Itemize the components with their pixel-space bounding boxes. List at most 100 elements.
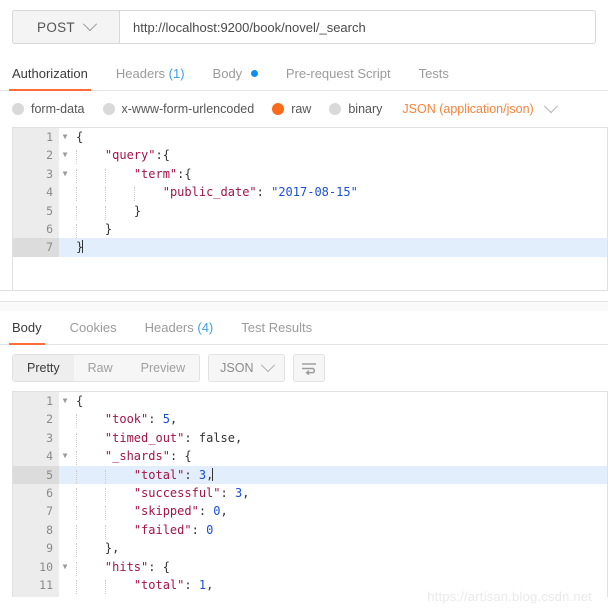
tab-headers-label: Headers (116, 66, 165, 81)
code-line-text: "took": 5, (59, 410, 607, 428)
response-tab-test-results[interactable]: Test Results (241, 320, 312, 344)
panel-splitter[interactable] (0, 290, 608, 302)
response-tab-body[interactable]: Body (12, 320, 42, 344)
code-line-text: }, (59, 539, 607, 557)
line-number: 1▼ (13, 128, 59, 146)
code-line-text: "_shards": { (59, 447, 607, 465)
radio-selected-icon (272, 103, 284, 115)
response-tab-headers-label: Headers (145, 320, 194, 335)
line-number: 12 (13, 594, 59, 597)
code-line[interactable]: 12 "max_score": 1, (13, 594, 607, 597)
body-type-form-data-label: form-data (31, 102, 85, 116)
code-line[interactable]: 11 "total": 1, (13, 576, 607, 594)
body-type-row: form-data x-www-form-urlencoded raw bina… (0, 91, 608, 127)
line-number: 10▼ (13, 558, 59, 576)
request-url-bar: POST http://localhost:9200/book/novel/_s… (0, 0, 608, 44)
body-type-binary-label: binary (348, 102, 382, 116)
code-line[interactable]: 3▼ "term":{ (13, 165, 607, 183)
code-line-text: "total": 3, (59, 466, 607, 484)
code-line-text: "hits": { (59, 558, 607, 576)
line-number: 9 (13, 539, 59, 557)
tab-pre-request-script-label: Pre-request Script (286, 66, 391, 81)
request-url-text: http://localhost:9200/book/novel/_search (133, 20, 366, 35)
code-line-text: } (59, 202, 607, 220)
tab-headers[interactable]: Headers (1) (116, 66, 185, 90)
content-type-select[interactable]: JSON (application/json) (402, 102, 555, 116)
line-number: 7 (13, 238, 59, 256)
http-method-label: POST (37, 20, 75, 35)
code-line-text: "timed_out": false, (59, 429, 607, 447)
view-mode-raw[interactable]: Raw (74, 355, 127, 381)
code-line-text: } (59, 220, 607, 238)
code-line[interactable]: 7 "skipped": 0, (13, 502, 607, 520)
line-number: 4▼ (13, 447, 59, 465)
response-format-label: JSON (220, 361, 253, 375)
radio-icon (103, 103, 115, 115)
code-line[interactable]: 2 "took": 5, (13, 410, 607, 428)
request-body-editor[interactable]: 1▼{2▼ "query":{3▼ "term":{4 "public_date… (12, 127, 608, 290)
tab-pre-request-script[interactable]: Pre-request Script (286, 66, 391, 90)
code-line[interactable]: 5 "total": 3, (13, 466, 607, 484)
view-mode-raw-label: Raw (88, 361, 113, 375)
response-top-strip (0, 302, 608, 311)
tab-tests[interactable]: Tests (419, 66, 449, 90)
tab-body-label: Body (213, 66, 243, 81)
code-line[interactable]: 9 }, (13, 539, 607, 557)
request-tabs: Authorization Headers (1) Body Pre-reque… (0, 54, 608, 91)
line-number: 4 (13, 183, 59, 201)
response-tab-test-results-label: Test Results (241, 320, 312, 335)
body-type-urlencoded[interactable]: x-www-form-urlencoded (103, 102, 255, 116)
code-line[interactable]: 4▼ "_shards": { (13, 447, 607, 465)
view-mode-pretty[interactable]: Pretty (13, 355, 74, 381)
wrap-lines-button[interactable] (293, 354, 325, 382)
code-line[interactable]: 3 "timed_out": false, (13, 429, 607, 447)
line-number: 11 (13, 576, 59, 594)
view-mode-preview[interactable]: Preview (127, 355, 199, 381)
response-view-mode-group: Pretty Raw Preview (12, 354, 200, 382)
tab-tests-label: Tests (419, 66, 449, 81)
radio-icon (329, 103, 341, 115)
line-number: 5 (13, 202, 59, 220)
code-line[interactable]: 1▼{ (13, 392, 607, 410)
line-number: 6 (13, 484, 59, 502)
code-line[interactable]: 5 } (13, 202, 607, 220)
line-number: 1▼ (13, 392, 59, 410)
tab-body[interactable]: Body (213, 66, 258, 90)
code-line[interactable]: 7} (13, 238, 607, 256)
code-line-text: } (59, 238, 607, 256)
code-line[interactable]: 6 "successful": 3, (13, 484, 607, 502)
code-line[interactable]: 10▼ "hits": { (13, 558, 607, 576)
body-type-raw[interactable]: raw (272, 102, 311, 116)
code-line-text: "successful": 3, (59, 484, 607, 502)
line-number: 3▼ (13, 165, 59, 183)
code-line-text: { (59, 392, 607, 410)
request-url-input[interactable]: http://localhost:9200/book/novel/_search (119, 10, 596, 44)
response-tabs: Body Cookies Headers (4) Test Results (0, 311, 608, 345)
response-toolbar: Pretty Raw Preview JSON (0, 345, 608, 391)
body-type-form-data[interactable]: form-data (12, 102, 85, 116)
response-tab-headers[interactable]: Headers (4) (145, 320, 214, 344)
response-tab-body-label: Body (12, 320, 42, 335)
code-line-text: "query":{ (59, 146, 607, 164)
response-body-editor[interactable]: 1▼{2 "took": 5,3 "timed_out": false,4▼ "… (12, 391, 608, 597)
code-line-text: "total": 1, (59, 576, 607, 594)
code-line[interactable]: 8 "failed": 0 (13, 521, 607, 539)
body-modified-dot-icon (251, 70, 258, 77)
body-type-binary[interactable]: binary (329, 102, 382, 116)
tab-headers-count: (1) (169, 66, 185, 81)
code-line[interactable]: 1▼{ (13, 128, 607, 146)
response-format-select[interactable]: JSON (208, 354, 285, 382)
code-line-text: { (59, 128, 607, 146)
tab-authorization[interactable]: Authorization (12, 66, 88, 90)
response-tab-cookies[interactable]: Cookies (70, 320, 117, 344)
http-method-select[interactable]: POST (12, 10, 119, 44)
line-number: 2 (13, 410, 59, 428)
code-line[interactable]: 4 "public_date": "2017-08-15" (13, 183, 607, 201)
code-line[interactable]: 2▼ "query":{ (13, 146, 607, 164)
view-mode-preview-label: Preview (141, 361, 185, 375)
line-number: 7 (13, 502, 59, 520)
code-line-text: "skipped": 0, (59, 502, 607, 520)
chevron-down-icon (83, 17, 97, 31)
code-line[interactable]: 6 } (13, 220, 607, 238)
body-type-urlencoded-label: x-www-form-urlencoded (122, 102, 255, 116)
